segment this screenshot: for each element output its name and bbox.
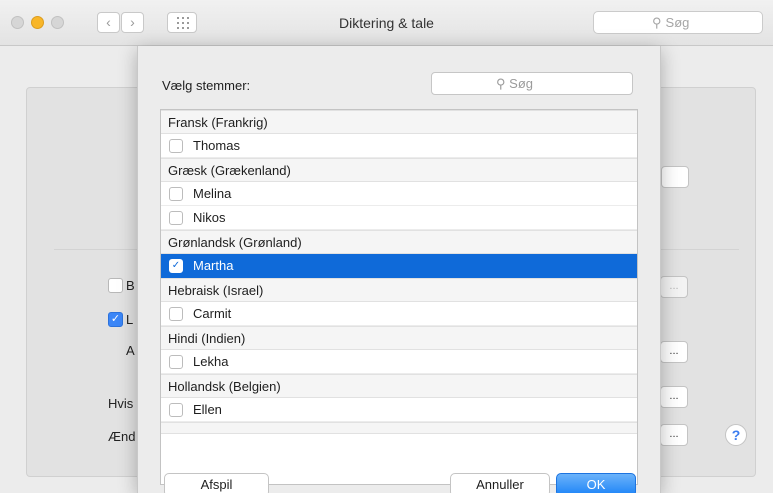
- voice-row-ellen[interactable]: Ellen: [161, 398, 637, 422]
- cancel-button[interactable]: Annuller: [450, 473, 550, 493]
- background-label-hvis: Hvis: [108, 396, 134, 411]
- background-ellipsis-button-2[interactable]: ...: [660, 341, 688, 363]
- voice-checkbox[interactable]: [169, 187, 183, 201]
- voice-row-lekha[interactable]: Lekha: [161, 350, 637, 374]
- window-search-field[interactable]: ⚲ Søg: [593, 11, 763, 34]
- voice-checkbox[interactable]: [169, 403, 183, 417]
- search-icon: ⚲: [496, 76, 506, 91]
- sheet-title: Vælg stemmer:: [162, 78, 251, 93]
- background-button-top: [661, 166, 689, 188]
- language-header: Grønlandsk (Grønland): [161, 230, 637, 254]
- background-label-a: A: [126, 343, 135, 358]
- voice-label: Melina: [193, 186, 232, 201]
- language-header: Hollandsk (Belgien): [161, 374, 637, 398]
- choose-voices-sheet: Vælg stemmer: ⚲ Søg Fransk (Frankrig) Th…: [137, 46, 661, 493]
- voice-row-thomas[interactable]: Thomas: [161, 134, 637, 158]
- help-button[interactable]: ?: [725, 424, 747, 446]
- voice-label: Nikos: [193, 210, 226, 225]
- voice-label: Carmit: [193, 306, 232, 321]
- language-header: Hebraisk (Israel): [161, 278, 637, 302]
- background-ellipsis-button-4[interactable]: ...: [660, 424, 688, 446]
- background-checkbox-b[interactable]: [108, 278, 123, 293]
- voice-label: Martha: [193, 258, 234, 273]
- language-header-partial: [161, 422, 637, 434]
- search-icon: ⚲: [652, 15, 662, 30]
- voice-checkbox[interactable]: [169, 211, 183, 225]
- voice-label: Ellen: [193, 402, 222, 417]
- voice-label: Thomas: [193, 138, 240, 153]
- background-label-b: B: [126, 278, 135, 293]
- language-header: Hindi (Indien): [161, 326, 637, 350]
- background-label-aend: Ænd: [108, 429, 136, 444]
- background-label-l: L: [126, 312, 134, 327]
- background-ellipsis-button-3[interactable]: ...: [660, 386, 688, 408]
- voice-list[interactable]: Fransk (Frankrig) Thomas Græsk (Grækenla…: [160, 109, 638, 485]
- voice-row-melina[interactable]: Melina: [161, 182, 637, 206]
- window-search-placeholder: Søg: [665, 15, 690, 30]
- voice-checkbox[interactable]: [169, 355, 183, 369]
- background-checkbox-l[interactable]: ✓: [108, 312, 123, 327]
- voice-label: Lekha: [193, 354, 229, 369]
- voice-checkbox-checked[interactable]: ✓: [169, 259, 183, 273]
- play-button[interactable]: Afspil: [164, 473, 269, 493]
- window-titlebar: ‹ › Diktering & tale ⚲ Søg: [0, 0, 773, 46]
- voice-search-placeholder: Søg: [509, 76, 533, 91]
- ok-button[interactable]: OK: [556, 473, 636, 493]
- voice-row-carmit[interactable]: Carmit: [161, 302, 637, 326]
- language-header: Fransk (Frankrig): [161, 110, 637, 134]
- voice-checkbox[interactable]: [169, 139, 183, 153]
- language-header: Græsk (Grækenland): [161, 158, 637, 182]
- voice-search-field[interactable]: ⚲ Søg: [431, 72, 633, 95]
- voice-checkbox[interactable]: [169, 307, 183, 321]
- voice-row-nikos[interactable]: Nikos: [161, 206, 637, 230]
- background-ellipsis-button-1[interactable]: ...: [660, 276, 688, 298]
- voice-row-martha[interactable]: ✓ Martha: [161, 254, 637, 278]
